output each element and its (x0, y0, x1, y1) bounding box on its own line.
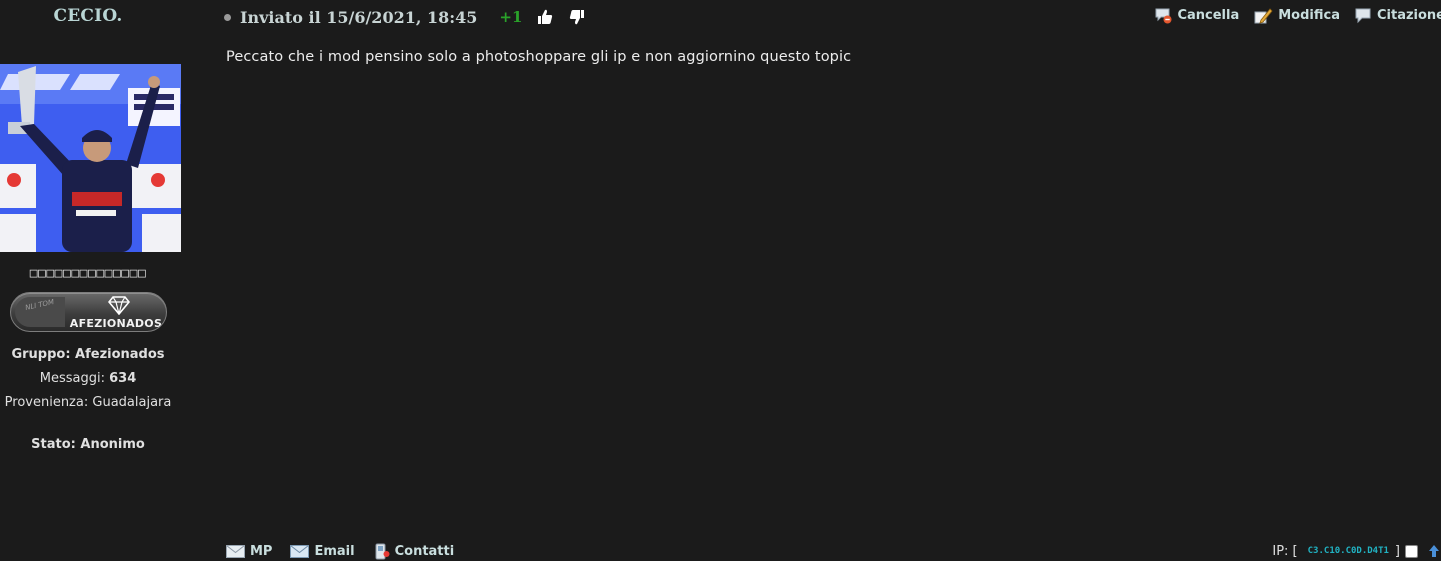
user-location: Provenienza: Guadalajara (0, 395, 176, 410)
contacts-link[interactable]: Contatti (373, 543, 455, 560)
quote-button[interactable]: Citazione (1355, 7, 1441, 24)
arrow-up-icon[interactable] (1428, 544, 1440, 558)
email-label: Email (314, 543, 355, 559)
bullet-icon (224, 13, 231, 21)
badge-label: AFEZIONADOS (69, 317, 163, 330)
location-value: Guadalajara (92, 395, 172, 410)
status-label: Stato: (31, 437, 76, 452)
post-date[interactable]: Inviato il 15/6/2021, 18:45 (240, 8, 477, 27)
contacts-icon (375, 543, 390, 559)
ip-label: IP: [ (1272, 543, 1298, 559)
user-messages: Messaggi: 634 (0, 371, 176, 386)
user-status: Stato: Anonimo (0, 437, 176, 452)
post-header: Inviato il 15/6/2021, 18:45 +1 (224, 6, 600, 28)
email-icon (290, 544, 310, 558)
edit-icon (1254, 7, 1273, 24)
user-panel: CECIO. □□□□□□□□□□□□□□ NLI TOM AFEZIONADO… (0, 0, 181, 561)
contacts-label: Contatti (394, 543, 455, 559)
user-group: Gruppo: Afezionados (0, 347, 176, 362)
group-label: Gruppo: (11, 347, 71, 362)
email-link[interactable]: Email (290, 543, 355, 559)
reputation-count: +1 (499, 8, 523, 26)
group-badge: NLI TOM AFEZIONADOS (10, 292, 167, 332)
avatar-image (0, 64, 181, 252)
messages-label: Messaggi: (39, 371, 105, 386)
edit-button[interactable]: Modifica (1254, 7, 1340, 24)
quote-icon (1355, 8, 1371, 23)
pm-link[interactable]: MP (226, 544, 272, 559)
location-label: Provenienza: (4, 395, 89, 410)
avatar[interactable] (0, 64, 181, 252)
delete-label: Cancella (1177, 7, 1240, 23)
select-post-checkbox[interactable] (1405, 544, 1418, 558)
forum-post: CECIO. □□□□□□□□□□□□□□ NLI TOM AFEZIONADO… (0, 0, 1441, 561)
group-value: Afezionados (75, 347, 165, 362)
ip-address[interactable]: C3.C10.C0D.D4T1 (1308, 546, 1389, 556)
post-content: Peccato che i mod pensino solo a photosh… (226, 49, 852, 65)
diamond-icon (108, 296, 130, 315)
ip-info: IP: [ C3.C10.C0D.D4T1 ] (1272, 541, 1441, 561)
edit-label: Modifica (1278, 7, 1340, 23)
ip-close-bracket: ] (1394, 543, 1400, 559)
envelope-icon (226, 544, 245, 558)
post-footer: MP Email Contatti (226, 541, 472, 561)
post-actions: Cancella Modifica Citazione (1140, 4, 1441, 26)
delete-button[interactable]: Cancella (1155, 7, 1239, 24)
messages-count: 634 (109, 371, 137, 386)
username-link[interactable]: CECIO. (0, 6, 176, 26)
user-title: □□□□□□□□□□□□□□ (29, 266, 147, 281)
thumbs-down-icon[interactable] (568, 8, 586, 26)
delete-icon (1155, 8, 1172, 23)
pm-label: MP (250, 543, 273, 559)
status-value: Anonimo (80, 437, 145, 452)
thumbs-up-icon[interactable] (536, 8, 554, 26)
quote-label: Citazione (1376, 7, 1441, 23)
